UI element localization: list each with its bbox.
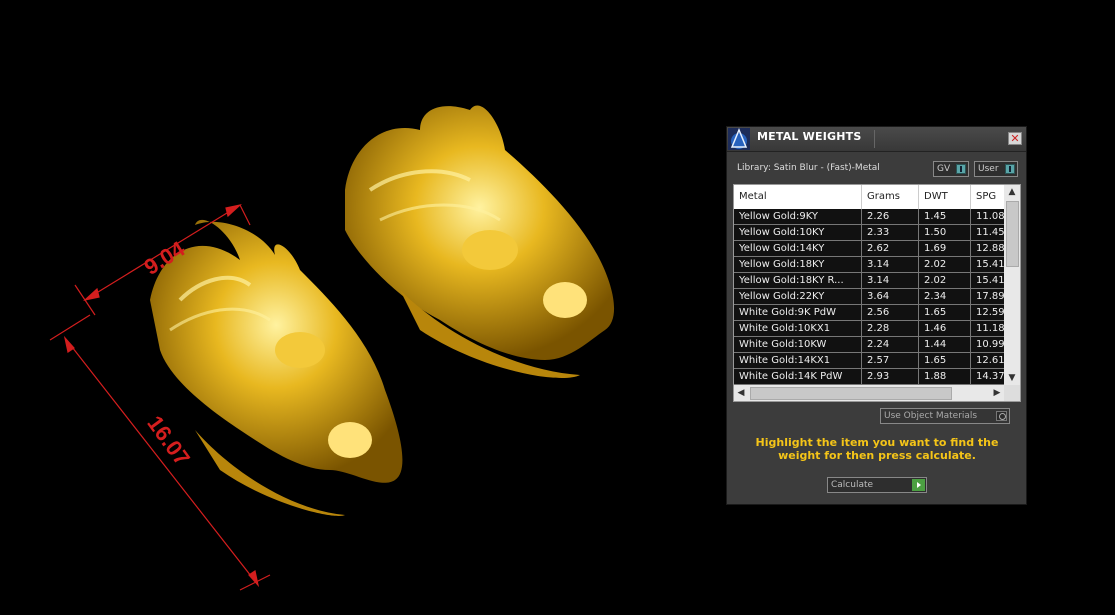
close-button[interactable]: ✕ bbox=[1008, 132, 1022, 145]
table-header: Metal Grams DWT SPG bbox=[734, 185, 1004, 209]
cell-dwt: 1.65 bbox=[919, 305, 971, 320]
cell-grams: 3.14 bbox=[862, 257, 919, 272]
use-object-materials-toggle[interactable]: Use Object Materials bbox=[880, 408, 1010, 424]
cell-dwt: 1.65 bbox=[919, 353, 971, 368]
table-row[interactable]: Yellow Gold:10KY 2.33 1.50 11.45 bbox=[734, 225, 1005, 241]
cell-metal: Yellow Gold:14KY bbox=[734, 241, 862, 256]
cell-grams: 3.64 bbox=[862, 289, 919, 304]
radio-icon bbox=[996, 411, 1007, 421]
gv-toggle[interactable]: GV bbox=[933, 161, 969, 177]
table-row[interactable]: Yellow Gold:22KY 3.64 2.34 17.89 bbox=[734, 289, 1005, 305]
cell-grams: 2.33 bbox=[862, 225, 919, 240]
scroll-corner bbox=[1004, 385, 1020, 401]
table-row[interactable]: White Gold:10KX1 2.28 1.46 11.18 bbox=[734, 321, 1005, 337]
cell-dwt: 2.02 bbox=[919, 257, 971, 272]
table-row[interactable]: Yellow Gold:18KY R... 3.14 2.02 15.41 bbox=[734, 273, 1005, 289]
cell-grams: 2.28 bbox=[862, 321, 919, 336]
column-header-metal[interactable]: Metal bbox=[734, 185, 862, 209]
cell-metal: Yellow Gold:22KY bbox=[734, 289, 862, 304]
title-separator bbox=[874, 130, 875, 148]
cell-grams: 2.62 bbox=[862, 241, 919, 256]
panel-title: METAL WEIGHTS bbox=[757, 130, 862, 143]
vertical-scroll-thumb[interactable] bbox=[1006, 201, 1019, 267]
cell-metal: White Gold:10KX1 bbox=[734, 321, 862, 336]
horizontal-scroll-thumb[interactable] bbox=[750, 387, 952, 400]
cell-grams: 3.14 bbox=[862, 273, 919, 288]
cell-grams: 2.24 bbox=[862, 337, 919, 352]
cell-metal: Yellow Gold:9KY bbox=[734, 209, 862, 224]
cell-dwt: 1.69 bbox=[919, 241, 971, 256]
cell-dwt: 1.88 bbox=[919, 369, 971, 384]
length-dimension-label: 16.07 bbox=[142, 411, 195, 470]
cell-metal: Yellow Gold:10KY bbox=[734, 225, 862, 240]
cell-grams: 2.93 bbox=[862, 369, 919, 384]
cell-dwt: 1.44 bbox=[919, 337, 971, 352]
cell-metal: Yellow Gold:18KY R... bbox=[734, 273, 862, 288]
table-row[interactable]: White Gold:9K PdW 2.56 1.65 12.59 bbox=[734, 305, 1005, 321]
cell-dwt: 1.46 bbox=[919, 321, 971, 336]
cell-grams: 2.26 bbox=[862, 209, 919, 224]
metal-weights-panel: METAL WEIGHTS ✕ Library: Satin Blur - (F… bbox=[726, 126, 1027, 505]
library-label: Library: Satin Blur - (Fast)-Metal bbox=[737, 163, 880, 173]
table-row[interactable]: White Gold:14KX1 2.57 1.65 12.61 bbox=[734, 353, 1005, 369]
table-row[interactable]: Yellow Gold:18KY 3.14 2.02 15.41 bbox=[734, 257, 1005, 273]
cell-metal: Yellow Gold:18KY bbox=[734, 257, 862, 272]
instructions-text: Highlight the item you want to find the … bbox=[755, 436, 999, 462]
cell-metal: White Gold:9K PdW bbox=[734, 305, 862, 320]
table-row[interactable]: White Gold:10KW 2.24 1.44 10.99 bbox=[734, 337, 1005, 353]
close-icon: ✕ bbox=[1010, 132, 1020, 145]
cell-dwt: 2.34 bbox=[919, 289, 971, 304]
cell-metal: White Gold:10KW bbox=[734, 337, 862, 352]
vertical-scrollbar[interactable]: ▲ ▼ bbox=[1004, 185, 1020, 385]
cell-metal: White Gold:14K PdW bbox=[734, 369, 862, 384]
cell-dwt: 1.50 bbox=[919, 225, 971, 240]
scroll-right-icon[interactable]: ▶ bbox=[990, 385, 1004, 401]
use-object-materials-label: Use Object Materials bbox=[884, 411, 978, 421]
cell-dwt: 2.02 bbox=[919, 273, 971, 288]
table-row[interactable]: Yellow Gold:9KY 2.26 1.45 11.08 bbox=[734, 209, 1005, 225]
gv-toggle-icon bbox=[956, 164, 966, 174]
column-header-grams[interactable]: Grams bbox=[862, 185, 919, 209]
app-icon bbox=[728, 128, 750, 150]
dragon-head-left[interactable] bbox=[150, 219, 403, 516]
cell-metal: White Gold:14KX1 bbox=[734, 353, 862, 368]
user-toggle[interactable]: User bbox=[974, 161, 1018, 177]
column-header-dwt[interactable]: DWT bbox=[919, 185, 971, 209]
dragon-head-right[interactable] bbox=[345, 105, 615, 378]
metal-table: Metal Grams DWT SPG Yellow Gold:9KY 2.26 1… bbox=[733, 184, 1021, 402]
cell-grams: 2.57 bbox=[862, 353, 919, 368]
play-icon bbox=[912, 479, 925, 491]
cell-grams: 2.56 bbox=[862, 305, 919, 320]
scroll-down-icon[interactable]: ▼ bbox=[1004, 371, 1020, 385]
cell-dwt: 1.45 bbox=[919, 209, 971, 224]
gv-label: GV bbox=[937, 164, 951, 174]
table-body: Yellow Gold:9KY 2.26 1.45 11.08 Yellow Gold:… bbox=[734, 209, 1005, 385]
table-row[interactable]: White Gold:14K PdW 2.93 1.88 14.37 bbox=[734, 369, 1005, 385]
user-label: User bbox=[978, 164, 999, 174]
table-row[interactable]: Yellow Gold:14KY 2.62 1.69 12.88 bbox=[734, 241, 1005, 257]
calculate-button[interactable]: Calculate bbox=[827, 477, 927, 493]
scroll-left-icon[interactable]: ◀ bbox=[734, 385, 748, 401]
title-bar[interactable]: METAL WEIGHTS ✕ bbox=[727, 127, 1026, 152]
calculate-label: Calculate bbox=[831, 480, 874, 490]
scroll-up-icon[interactable]: ▲ bbox=[1004, 185, 1020, 199]
user-toggle-icon bbox=[1005, 164, 1015, 174]
horizontal-scrollbar[interactable]: ◀ ▶ bbox=[734, 385, 1004, 401]
